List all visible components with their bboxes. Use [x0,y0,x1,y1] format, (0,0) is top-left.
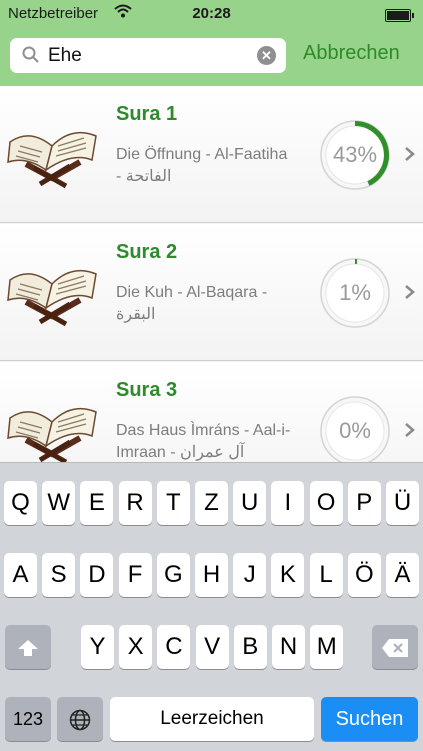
key-ü[interactable]: Ü [386,481,419,525]
key-z[interactable]: Z [195,481,228,525]
search-field[interactable]: ✕ [10,38,286,73]
sura-row[interactable]: Sura 1 Die Öffnung - Al-Faatiha - الفاتح… [0,86,423,223]
sura-row[interactable]: Sura 3 Das Haus Ìmráns - Aal-i- Imraan -… [0,362,423,462]
progress-percent: 1% [339,280,371,305]
sura-title: Sura 3 [116,379,178,401]
key-r[interactable]: R [118,481,152,525]
key-l[interactable]: L [309,553,343,597]
key-q[interactable]: Q [4,481,37,525]
battery-icon [385,9,414,22]
search-return-key[interactable]: Suchen [321,697,418,741]
cancel-button[interactable]: Abbrechen [303,42,400,65]
key-k[interactable]: K [271,553,305,597]
key-a[interactable]: A [4,553,37,597]
search-bar: ✕ Abbrechen [0,28,423,86]
shift-key[interactable] [5,625,51,669]
key-i[interactable]: I [271,481,305,525]
backspace-icon [381,633,409,660]
quran-book-icon [6,392,98,462]
key-n[interactable]: N [272,625,305,669]
key-h[interactable]: H [195,553,228,597]
globe-key[interactable] [57,697,103,741]
key-m[interactable]: M [310,625,344,669]
sura-title: Sura 2 [116,241,178,263]
clear-search-icon[interactable]: ✕ [257,46,276,65]
key-ö[interactable]: Ö [347,553,381,597]
sura-title: Sura 1 [116,103,178,125]
key-c[interactable]: C [157,625,191,669]
globe-icon [69,705,91,732]
key-ä[interactable]: Ä [386,553,419,597]
sura-list: Sura 1 Die Öffnung - Al-Faatiha - الفاتح… [0,86,423,462]
sura-subtitle-line2: البقرة [116,306,156,323]
sura-subtitle-line1: Die Öffnung - Al-Faatiha [116,146,288,163]
key-s[interactable]: S [42,553,76,597]
key-x[interactable]: X [119,625,153,669]
sura-subtitle: Die Öffnung - Al-Faatiha - الفاتحة [116,144,312,188]
key-b[interactable]: B [233,625,267,669]
sura-subtitle-line1: Das Haus Ìmráns - Aal-i- [116,422,291,439]
status-bar: Netzbetreiber 20:28 [0,0,423,28]
keyboard: 123 Leerzeichen Suchen QWERTZUIOPÜ ASDFGH… [0,462,423,751]
sura-subtitle-line1: Die Kuh - Al-Baqara - [116,284,268,301]
sura-row[interactable]: Sura 2 Die Kuh - Al-Baqara - البقرة 1% [0,224,423,361]
key-o[interactable]: O [309,481,343,525]
clock: 20:28 [192,5,231,22]
key-e[interactable]: E [80,481,114,525]
key-t[interactable]: T [156,481,190,525]
key-y[interactable]: Y [81,625,114,669]
key-d[interactable]: D [80,553,114,597]
key-w[interactable]: W [42,481,76,525]
key-u[interactable]: U [233,481,267,525]
progress-percent: 0% [339,418,371,443]
search-input[interactable] [48,38,248,73]
sura-subtitle: Das Haus Ìmráns - Aal-i- Imraan - آل عمر… [116,420,312,462]
key-f[interactable]: F [118,553,152,597]
chevron-right-icon [404,146,416,167]
key-p[interactable]: P [347,481,381,525]
quran-book-icon [6,254,98,331]
numbers-key[interactable]: 123 [5,697,51,741]
chevron-right-icon [404,284,416,305]
search-icon [22,46,40,69]
sura-subtitle: Die Kuh - Al-Baqara - البقرة [116,282,312,326]
backspace-key[interactable] [372,625,418,669]
key-v[interactable]: V [195,625,229,669]
key-j[interactable]: J [233,553,267,597]
key-g[interactable]: G [156,553,190,597]
chevron-right-icon [404,422,416,443]
sura-subtitle-line2: - الفاتحة [116,168,172,185]
quran-book-icon [6,116,98,193]
space-key[interactable]: Leerzeichen [110,697,314,741]
progress-percent: 43% [332,142,378,167]
sura-subtitle-line2: Imraan - آل عمران [116,444,245,461]
shift-arrow-icon [17,633,39,660]
